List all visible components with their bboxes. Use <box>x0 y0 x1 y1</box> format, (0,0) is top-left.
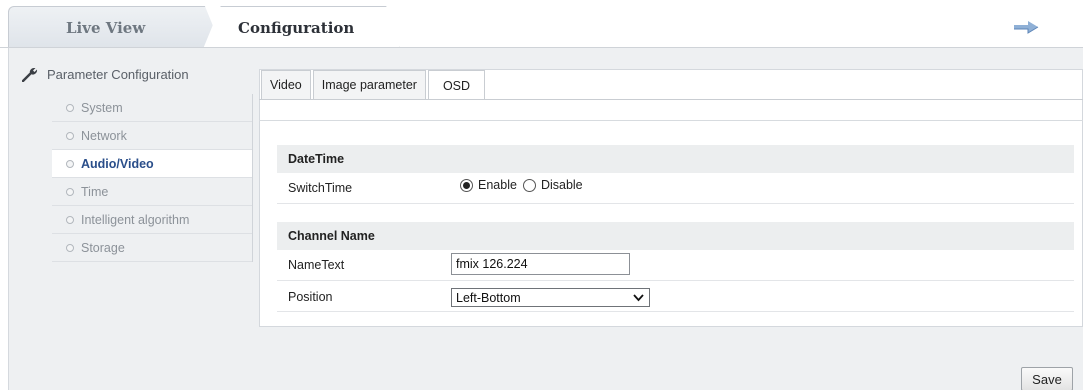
section-datetime-header: DateTime <box>277 145 1074 173</box>
content-panel <box>259 69 1083 327</box>
row-divider <box>277 280 1074 281</box>
sidebar-item-audio-video[interactable]: Audio/Video <box>52 150 252 178</box>
section-channel-name-header: Channel Name <box>277 222 1074 250</box>
tab-video[interactable]: Video <box>261 70 311 99</box>
sidebar-item-intelligent-algorithm[interactable]: Intelligent algorithm <box>52 206 252 234</box>
position-select[interactable]: Left-Bottom <box>451 288 650 307</box>
tab-image-parameter[interactable]: Image parameter <box>312 70 426 99</box>
tab-configuration-label[interactable]: Configuration <box>238 19 354 37</box>
tab-live-view-label[interactable]: Live View <box>66 19 145 37</box>
disable-radio[interactable] <box>522 178 536 192</box>
sidebar-item-network[interactable]: Network <box>52 122 252 150</box>
sidebar-item-label: Audio/Video <box>81 156 154 171</box>
sidebar-item-system[interactable]: System <box>52 94 252 122</box>
sidebar-header-label: Parameter Configuration <box>47 66 189 82</box>
sidebar-item-label: Network <box>81 128 127 143</box>
bullet-icon <box>66 159 74 168</box>
position-label: Position <box>288 290 333 304</box>
sidebar-item-storage[interactable]: Storage <box>52 234 252 262</box>
sidebar-item-label: Time <box>81 184 109 199</box>
bullet-icon <box>66 243 74 252</box>
position-select-value: Left-Bottom <box>456 290 521 305</box>
wrench-icon <box>22 68 38 82</box>
enable-radio-label[interactable]: Enable <box>478 178 517 192</box>
disable-radio-label[interactable]: Disable <box>541 178 583 192</box>
sidebar-header: Parameter Configuration <box>22 66 189 82</box>
enable-radio[interactable] <box>460 178 473 192</box>
sidebar-menu: System Network Audio/Video Time Intellig… <box>52 94 253 262</box>
switchtime-label: SwitchTime <box>288 181 353 195</box>
subtab-bar: Video Image parameter OSD <box>259 70 486 100</box>
bullet-icon <box>66 187 74 196</box>
bullet-icon <box>66 215 74 224</box>
sidebar-item-label: Intelligent algorithm <box>81 212 190 227</box>
top-tab-bar <box>0 0 1083 49</box>
sidebar-item-label: System <box>81 100 123 115</box>
switchtime-radio-group: Enable Disable <box>460 178 589 192</box>
sidebar-item-time[interactable]: Time <box>52 178 252 206</box>
chevron-down-icon <box>633 294 644 302</box>
sidebar-item-label: Storage <box>81 240 125 255</box>
tab-osd[interactable]: OSD <box>427 70 486 100</box>
subtab-divider <box>259 99 1083 100</box>
row-divider <box>277 203 1074 204</box>
bullet-icon <box>66 103 74 112</box>
arrow-right-icon[interactable] <box>1012 20 1040 36</box>
bullet-icon <box>66 131 74 140</box>
nametext-input[interactable] <box>451 253 630 275</box>
save-button[interactable]: Save <box>1021 367 1073 390</box>
row-divider <box>277 311 1074 312</box>
toolbar-divider <box>259 120 1083 121</box>
nametext-label: NameText <box>288 258 345 272</box>
